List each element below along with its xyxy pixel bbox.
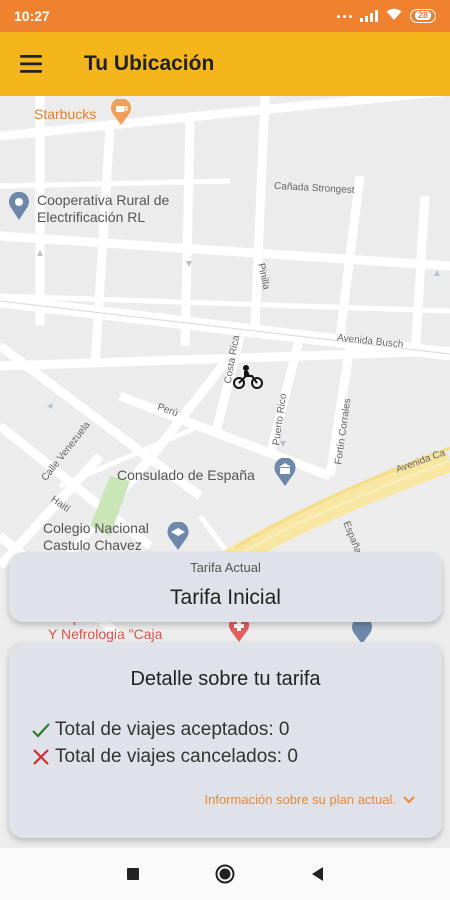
fare-detail-card: Detalle sobre tu tarifa Total de viajes … (9, 642, 442, 838)
page-title: Tu Ubicación (84, 52, 215, 75)
home-circle-icon[interactable] (215, 864, 235, 884)
place-pin-icon[interactable] (8, 192, 30, 220)
recents-square-icon[interactable] (123, 864, 143, 884)
back-triangle-icon[interactable] (308, 864, 328, 884)
poi-cooperativa[interactable]: Cooperativa Rural de Electrificación RL (37, 192, 169, 226)
signal-icon (359, 10, 378, 22)
check-icon (32, 723, 50, 738)
fare-detail-title: Detalle sobre tu tarifa (130, 668, 321, 690)
app-bar: Tu Ubicación (0, 32, 450, 96)
current-fare-label: Tarifa Actual (190, 560, 261, 575)
cancelled-trips-text: Total de viajes cancelados: 0 (55, 746, 298, 767)
motorcycle-icon[interactable] (232, 364, 264, 390)
cancelled-trips-row: Total de viajes cancelados: 0 (31, 746, 298, 768)
poi-cooperativa-line1: Cooperativa Rural de (37, 192, 170, 208)
battery-icon: 28 (409, 9, 436, 23)
plan-info-link-label: Información sobre su plan actual. (204, 792, 397, 807)
poi-starbucks[interactable]: Starbucks (34, 106, 96, 123)
close-icon (33, 749, 49, 765)
status-time: 10:27 (14, 8, 50, 24)
chevron-down-icon (403, 795, 415, 803)
poi-colegio[interactable]: Colegio Nacional Castulo Chavez (43, 520, 149, 554)
hamburger-menu-icon[interactable] (18, 52, 46, 76)
poi-starbucks-label: Starbucks (34, 106, 97, 122)
accepted-trips-text: Total de viajes aceptados: 0 (55, 719, 290, 740)
more-dots-icon (336, 14, 352, 18)
school-pin-icon[interactable] (166, 522, 190, 550)
wifi-icon (386, 7, 402, 25)
plan-info-link[interactable]: Información sobre su plan actual. (205, 792, 417, 807)
poi-colegio-line1: Colegio Nacional (43, 520, 149, 536)
poi-cooperativa-line2: Electrificación RL (37, 209, 146, 225)
system-nav-bar (0, 848, 450, 900)
poi-consulado[interactable]: Consulado de España (117, 467, 255, 484)
status-bar: 10:27 28 (0, 0, 450, 32)
poi-consulado-label: Consulado de España (117, 467, 255, 483)
accepted-trips-row: Total de viajes aceptados: 0 (31, 719, 290, 741)
poi-hospital-line2: Y Nefrologia "Caja (48, 626, 163, 642)
cafe-pin-icon[interactable] (110, 99, 132, 125)
government-pin-icon[interactable] (273, 458, 297, 486)
battery-level: 28 (414, 11, 431, 20)
current-fare-card: Tarifa Actual Tarifa Inicial (9, 552, 442, 622)
status-icons: 28 (336, 7, 436, 25)
current-fare-value: Tarifa Inicial (170, 586, 281, 609)
